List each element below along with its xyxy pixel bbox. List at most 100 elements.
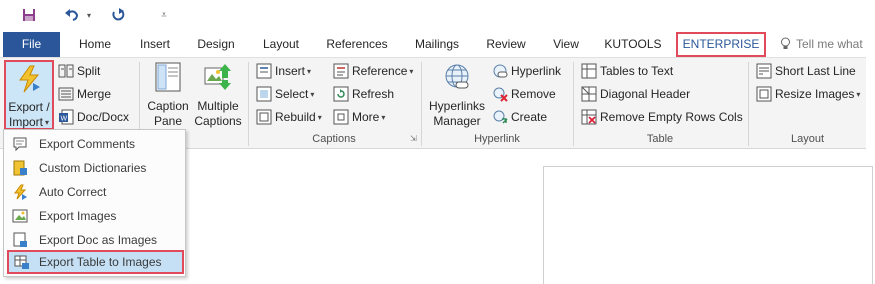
reference-icon [333, 63, 349, 79]
lightbulb-icon [778, 32, 792, 57]
merge-label: Merge [77, 87, 112, 101]
menu-item-export-comments[interactable]: Export Comments [4, 132, 185, 156]
short-last-line-button[interactable]: Short Last Line [756, 61, 856, 81]
table-image-icon [14, 254, 30, 270]
refresh-button[interactable]: Refresh [333, 84, 394, 104]
customize-qat-icon[interactable]: ⩡ [158, 5, 170, 25]
export-import-menu: Export Comments Custom Dictionaries Auto… [3, 129, 186, 277]
multiple-captions-button[interactable]: Multiple Captions [193, 62, 243, 129]
caption-pane-icon [144, 62, 192, 96]
select-label: Select [275, 87, 309, 101]
diagonal-header-label: Diagonal Header [600, 87, 691, 101]
table-text-icon [581, 63, 597, 79]
resize-images-icon [756, 86, 772, 102]
merge-icon [58, 86, 74, 102]
menu-item-label: Export Doc as Images [39, 233, 158, 247]
undo-dropdown-icon[interactable]: ▾ [84, 5, 94, 25]
menu-item-auto-correct[interactable]: Auto Correct [4, 180, 185, 204]
hyperlink-button[interactable]: Hyperlink [492, 61, 561, 81]
resize-images-label: Resize Images [775, 87, 855, 101]
remove-empty-label: Remove Empty Rows Cols [600, 110, 743, 124]
doc-docx-button[interactable]: W Doc/Docx [58, 107, 129, 127]
rebuild-label: Rebuild [275, 110, 316, 124]
tell-me-search[interactable]: Tell me what [796, 32, 868, 57]
globe-link-icon [426, 62, 488, 96]
hyperlink-group-label: Hyperlink [474, 133, 520, 145]
menu-item-export-images[interactable]: Export Images [4, 204, 185, 228]
tab-design[interactable]: Design [188, 32, 244, 57]
menu-item-label: Auto Correct [39, 185, 107, 199]
diagonal-header-button[interactable]: Diagonal Header [581, 84, 690, 104]
chevron-down-icon: ▾ [409, 66, 414, 76]
rebuild-button[interactable]: Rebuild ▾ [256, 107, 322, 127]
remove-hyperlink-button[interactable]: Remove [492, 84, 556, 104]
undo-icon[interactable] [62, 5, 82, 25]
menu-item-export-doc-as-images[interactable]: Export Doc as Images [4, 228, 185, 252]
tables-to-text-button[interactable]: Tables to Text [581, 61, 673, 81]
chevron-down-icon: ▾ [317, 112, 322, 122]
dictionary-icon [12, 160, 28, 176]
refresh-icon [333, 86, 349, 102]
reference-button[interactable]: Reference ▾ [333, 61, 413, 81]
save-icon[interactable] [20, 5, 38, 25]
refresh-label: Refresh [352, 87, 395, 101]
menu-item-label: Export Table to Images [39, 255, 162, 269]
tab-enterprise[interactable]: ENTERPRISE [676, 32, 766, 57]
hyperlinks-manager-label-1: Hyperlinks [428, 99, 485, 113]
resize-images-button[interactable]: Resize Images ▾ [756, 84, 860, 104]
tab-kutools[interactable]: KUTOOLS [600, 32, 666, 57]
tab-references[interactable]: References [321, 32, 393, 57]
hyperlinks-manager-button[interactable]: Hyperlinks Manager [426, 62, 488, 129]
caption-pane-button[interactable]: Caption Pane [144, 62, 192, 129]
tab-review[interactable]: Review [480, 32, 532, 57]
quick-access-toolbar: ▾ ⩡ [0, 0, 875, 30]
split-button[interactable]: Split [58, 61, 100, 81]
document-page[interactable] [543, 166, 873, 284]
auto-correct-icon [12, 184, 28, 200]
tables-to-text-label: Tables to Text [600, 64, 674, 78]
lightning-icon [6, 65, 52, 97]
split-icon [58, 63, 74, 79]
export-import-button[interactable]: Export / Import ▾ [4, 60, 54, 130]
insert-label: Insert [275, 64, 306, 78]
more-icon [333, 109, 349, 125]
captions-dialog-launcher-icon[interactable]: ⇲ [410, 134, 417, 143]
more-button[interactable]: More ▾ [333, 107, 385, 127]
export-import-label-2: Import [8, 115, 43, 129]
export-import-label-1: Export / [8, 100, 50, 114]
remove-label: Remove [511, 87, 556, 101]
more-label: More [352, 110, 380, 124]
menu-item-label: Export Images [39, 209, 117, 223]
create-hyperlink-button[interactable]: Create [492, 107, 547, 127]
create-label: Create [511, 110, 548, 124]
select-button[interactable]: Select ▾ [256, 84, 314, 104]
menu-item-custom-dictionaries[interactable]: Custom Dictionaries [4, 156, 185, 180]
comment-icon [12, 136, 28, 152]
layout-group-label: Layout [790, 133, 825, 145]
diagonal-header-icon [581, 86, 597, 102]
reference-label: Reference [352, 64, 408, 78]
multiple-captions-label-2: Captions [194, 114, 242, 128]
insert-button[interactable]: Insert ▾ [256, 61, 311, 81]
tab-view[interactable]: View [545, 32, 587, 57]
chevron-down-icon: ▾ [856, 89, 861, 99]
rebuild-icon [256, 109, 272, 125]
remove-empty-rows-cols-button[interactable]: Remove Empty Rows Cols [581, 107, 743, 127]
tab-mailings[interactable]: Mailings [407, 32, 467, 57]
multiple-captions-icon [193, 62, 243, 96]
tab-layout[interactable]: Layout [253, 32, 309, 57]
svg-text:W: W [61, 116, 68, 123]
remove-rows-icon [581, 109, 597, 125]
caption-pane-label-2: Pane [153, 114, 183, 128]
tab-insert[interactable]: Insert [130, 32, 180, 57]
redo-icon[interactable] [108, 5, 128, 25]
menu-item-export-table-to-images[interactable]: Export Table to Images [7, 250, 184, 274]
ribbon-tabs: File Home Insert Design Layout Reference… [0, 32, 875, 57]
tab-home[interactable]: Home [70, 32, 120, 57]
chevron-down-icon: ▾ [307, 66, 312, 76]
multiple-captions-label-1: Multiple [197, 99, 239, 113]
tab-file[interactable]: File [3, 32, 60, 57]
merge-button[interactable]: Merge [58, 84, 111, 104]
doc-docx-label: Doc/Docx [77, 110, 130, 124]
chevron-down-icon: ▾ [310, 89, 315, 99]
